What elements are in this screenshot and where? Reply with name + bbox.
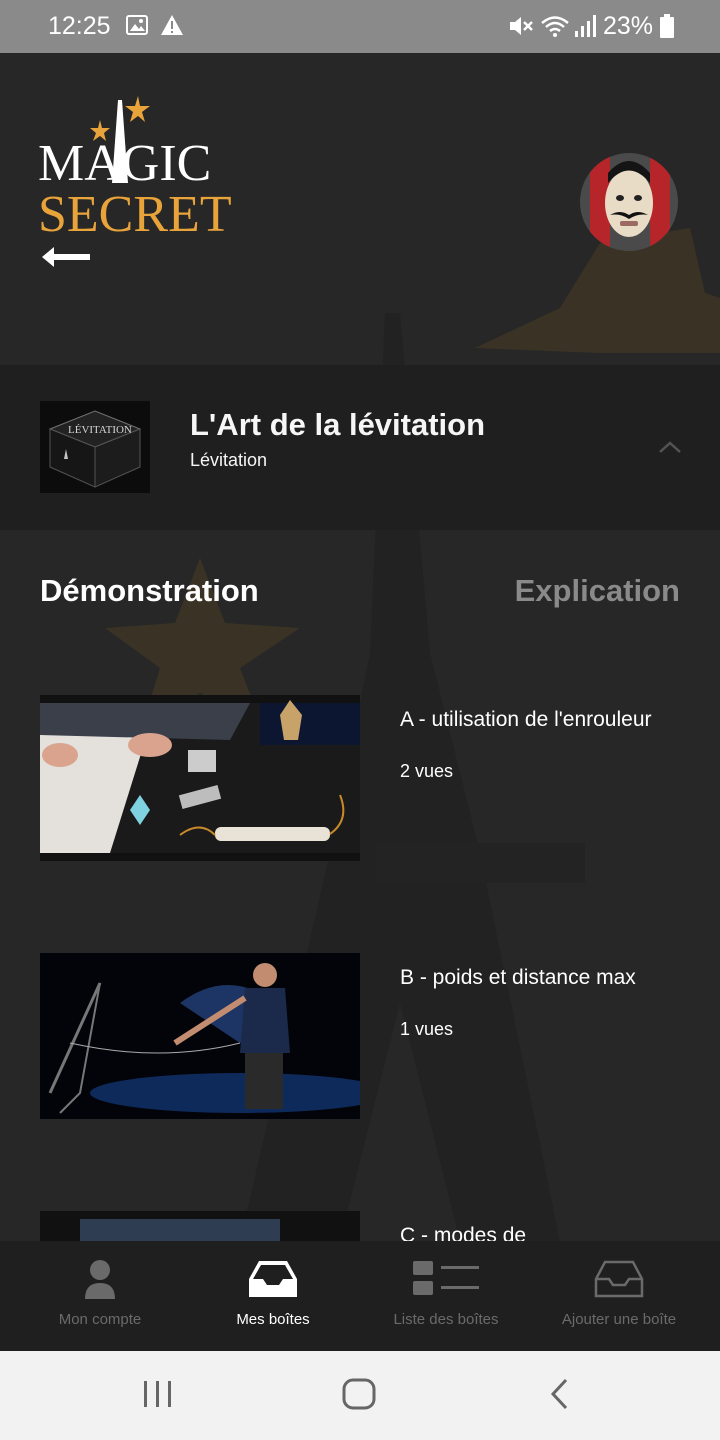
logo-text-secret: SECRET <box>38 186 232 238</box>
status-time: 12:25 <box>48 12 111 40</box>
warning-icon <box>160 14 184 41</box>
nav-mes-boites[interactable]: Mes boîtes <box>183 1241 363 1351</box>
video-title: B - poids et distance max <box>400 966 636 989</box>
nav-label: Ajouter une boîte <box>561 1311 677 1328</box>
video-title: A - utilisation de l'enrouleur <box>400 708 652 731</box>
list-icon <box>411 1259 481 1304</box>
nav-ajouter-une-boite[interactable]: Ajouter une boîte <box>529 1241 709 1351</box>
tab-explication[interactable]: Explication <box>515 573 680 609</box>
inbox-icon <box>247 1259 299 1304</box>
nav-mon-compte[interactable]: Mon compte <box>10 1241 190 1351</box>
video-thumbnail <box>40 695 360 861</box>
video-item[interactable]: B - poids et distance max 1 vues <box>40 953 680 1123</box>
video-thumbnail <box>40 953 360 1119</box>
box-thumbnail: LÉVITATION <box>40 401 150 493</box>
signal-icon <box>574 14 596 43</box>
status-bar: 12:25 23% <box>0 0 720 53</box>
magic-secret-logo: MAGIC SECRET <box>38 88 268 243</box>
nav-liste-des-boites[interactable]: Liste des boîtes <box>356 1241 536 1351</box>
box-header[interactable]: LÉVITATION L'Art de la lévitation Lévita… <box>0 365 720 530</box>
nav-label: Mon compte <box>58 1311 142 1328</box>
back-arrow-icon[interactable] <box>40 245 92 269</box>
chevron-up-icon[interactable] <box>655 437 685 457</box>
video-views: 2 vues <box>400 761 454 781</box>
mute-icon <box>508 14 534 43</box>
home-icon[interactable] <box>341 1377 377 1416</box>
nav-label: Liste des boîtes <box>393 1311 499 1328</box>
person-icon <box>83 1259 117 1304</box>
image-icon <box>126 14 148 41</box>
logo-text-magic: MAGIC <box>38 135 211 192</box>
video-item[interactable]: A - utilisation de l'enrouleur 2 vues <box>40 695 680 865</box>
box-title: L'Art de la lévitation <box>190 407 486 442</box>
video-item[interactable]: C - modes de <box>40 1211 680 1241</box>
box-subtitle: Lévitation <box>190 450 268 470</box>
video-title: C - modes de <box>400 1224 527 1241</box>
tab-demonstration[interactable]: Démonstration <box>40 573 259 609</box>
battery-icon <box>660 14 674 43</box>
box-thumb-label: LÉVITATION <box>68 424 132 436</box>
back-icon[interactable] <box>548 1377 572 1416</box>
recent-apps-icon[interactable] <box>142 1377 174 1416</box>
wifi-icon <box>540 14 570 43</box>
video-thumbnail <box>40 1211 360 1241</box>
system-nav-bar <box>0 1351 720 1440</box>
nav-label: Mes boîtes <box>236 1311 310 1328</box>
app-content: MAGIC SECRET LÉVITATION L'Art de la lévi… <box>0 53 720 1241</box>
bottom-nav: Mon compte Mes boîtes Liste des boîtes A… <box>0 1241 720 1351</box>
add-box-icon <box>593 1259 645 1304</box>
avatar[interactable] <box>580 153 678 251</box>
video-views: 1 vues <box>400 1019 454 1039</box>
battery-percent: 23% <box>603 12 654 40</box>
